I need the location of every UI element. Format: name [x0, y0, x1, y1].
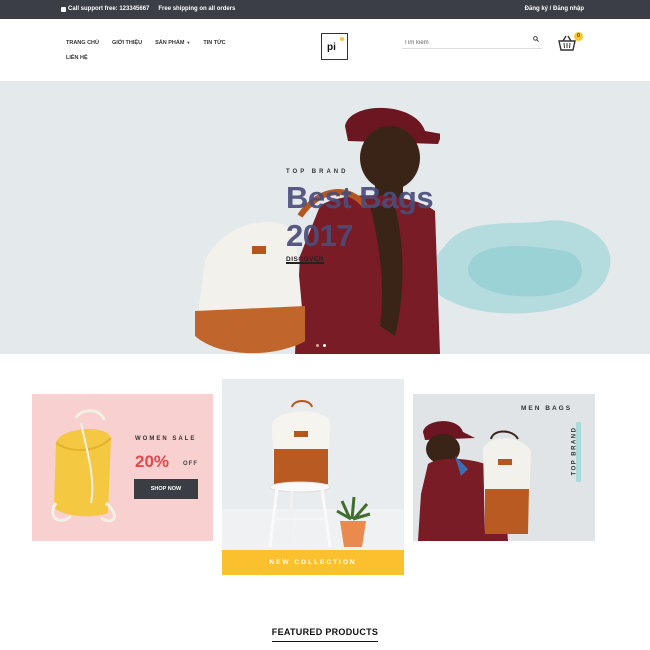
top-brand-vertical: TOP BRAND: [571, 422, 582, 482]
login-register-link[interactable]: Đăng ký / Đăng nhập: [525, 6, 584, 12]
logo-text: pi: [327, 42, 336, 53]
hero-discover-link[interactable]: DISCOVER: [286, 256, 324, 264]
slider-dot-1[interactable]: [316, 344, 319, 347]
nav-item-about[interactable]: GIỚI THIỆU: [112, 40, 142, 46]
nav-item-news[interactable]: TIN TỨC: [203, 40, 225, 46]
backpack-on-stool-image: [268, 400, 371, 548]
slider-dots: [316, 344, 326, 347]
shipping-notice: Free shipping on all orders: [158, 6, 236, 12]
hero-slider[interactable]: TOP BRAND Best Bags 2017 DISCOVER: [0, 81, 650, 354]
hero-eyebrow: TOP BRAND: [286, 169, 349, 175]
nav-item-home[interactable]: TRANG CHỦ: [66, 40, 99, 46]
men-bags-label: MEN BAGS: [521, 405, 573, 412]
new-collection-label: NEW COLLECTION: [222, 550, 404, 575]
cart-button[interactable]: 0: [558, 32, 584, 52]
watercolor-splash: [430, 220, 611, 314]
search-icon[interactable]: [533, 36, 539, 42]
women-sale-banner[interactable]: WOMEN SALE 20% OFF SHOP NOW: [32, 394, 213, 541]
main-nav: TRANG CHỦ GIỚI THIỆU SẢN PHẨM ▼ TIN TỨC L…: [66, 40, 266, 61]
featured-products-title: FEATURED PRODUCTS: [271, 627, 379, 642]
yellow-backpack-image: [51, 409, 116, 523]
sale-percent: 20%: [135, 452, 170, 471]
top-bar: Call support free: 123345667 Free shippi…: [0, 0, 650, 19]
logo-dot: [340, 37, 344, 41]
nav-item-products[interactable]: SẢN PHẨM ▼: [155, 40, 190, 46]
slider-dot-2[interactable]: [323, 344, 326, 347]
nav-item-contact[interactable]: LIÊN HỆ: [66, 55, 88, 61]
sale-off-label: OFF: [183, 461, 198, 467]
hero-title-line2: 2017: [286, 218, 353, 253]
hero-title-line1: Best Bags: [286, 180, 434, 215]
search-box: [402, 31, 542, 51]
men-bags-banner[interactable]: MEN BAGS TOP BRAND: [413, 394, 595, 541]
support-phone-text: Call support free: 123345667: [68, 6, 150, 12]
phone-icon: [61, 6, 66, 12]
new-collection-banner[interactable]: NEW COLLECTION: [222, 379, 404, 575]
featured-products-section: FEATURED PRODUCTS: [0, 622, 650, 642]
site-header: TRANG CHỦ GIỚI THIỆU SẢN PHẨM ▼ TIN TỨC L…: [0, 19, 650, 81]
women-sale-label: WOMEN SALE: [135, 436, 197, 442]
top-brand-label: TOP BRAND: [571, 426, 578, 476]
nav-item-products-label: SẢN PHẨM: [155, 40, 185, 46]
man-with-backpack-image: [418, 421, 531, 541]
cart-count-badge: 0: [574, 32, 583, 41]
hero-title: Best Bags 2017: [286, 179, 434, 255]
search-input[interactable]: [402, 35, 527, 51]
support-phone: Call support free: 123345667: [61, 6, 149, 12]
site-logo[interactable]: pi: [321, 33, 348, 60]
caret-down-icon: ▼: [186, 40, 191, 45]
shop-now-button[interactable]: SHOP NOW: [134, 479, 198, 499]
